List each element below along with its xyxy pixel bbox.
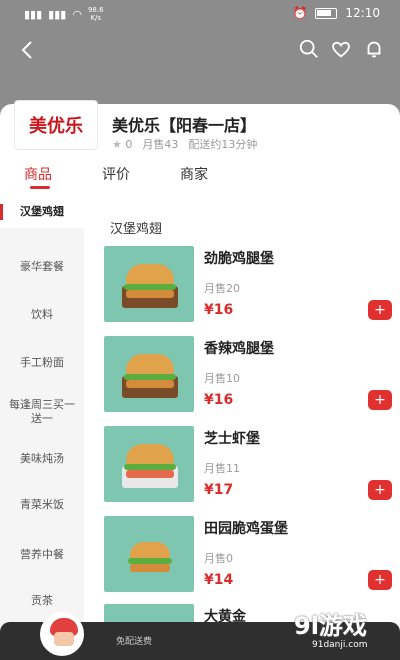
category-label: 饮料	[31, 308, 53, 321]
network-speed-unit: K/s	[90, 14, 102, 22]
battery-icon	[315, 7, 338, 19]
signal-icon-1: ▮▮▮	[24, 7, 43, 21]
category-item[interactable]: 青菜米饭	[0, 498, 84, 512]
product-name: 劲脆鸡腿堡	[204, 251, 274, 267]
category-label: 手工粉面	[20, 356, 64, 369]
product-name: 芝士虾堡	[204, 431, 260, 447]
category-label: 每逢周三买一送一	[9, 398, 75, 425]
product-sales: 月售11	[204, 462, 240, 475]
shop-delivery-time: 配送约13分钟	[188, 138, 258, 151]
network-speed-value: 98.6	[87, 6, 104, 14]
signal-icon-2: ▮▮▮	[48, 7, 67, 21]
add-to-cart-button[interactable]: +	[368, 390, 392, 410]
product-price: ¥16	[204, 392, 234, 408]
product-item[interactable]: 田园脆鸡蛋堡 月售0 ¥14 +	[104, 516, 392, 596]
product-image	[104, 516, 194, 592]
category-item[interactable]: 美味炖汤	[0, 452, 84, 466]
product-image-patty	[126, 470, 174, 478]
category-item[interactable]: 贡茶	[0, 594, 84, 608]
category-item[interactable]: 每逢周三买一送一	[0, 398, 84, 426]
category-label: 营养中餐	[20, 548, 64, 561]
product-price: ¥16	[204, 302, 234, 318]
heart-icon[interactable]	[330, 38, 352, 60]
watermark-logo: 9l游戏	[294, 612, 367, 640]
product-name: 田园脆鸡蛋堡	[204, 521, 288, 537]
wifi-icon: ◠	[72, 7, 82, 21]
add-to-cart-button[interactable]: +	[368, 300, 392, 320]
status-bar: ▮▮▮ ▮▮▮ ◠ 98.6 K/s ⏰ 12:10	[0, 0, 400, 28]
courier-face	[54, 632, 74, 646]
search-icon[interactable]	[298, 38, 320, 60]
category-active-indicator	[0, 204, 3, 220]
category-item[interactable]: 汉堡鸡翅	[0, 196, 84, 228]
product-item[interactable]: 芝士虾堡 月售11 ¥17 +	[104, 426, 392, 506]
category-item[interactable]: 手工粉面	[0, 356, 84, 370]
star-icon: ★	[112, 137, 122, 151]
tab-products[interactable]: 商品	[24, 164, 52, 184]
category-item[interactable]: 饮料	[0, 308, 84, 322]
product-price: ¥17	[204, 482, 234, 498]
network-speed: 98.6 K/s	[88, 6, 104, 22]
section-title: 汉堡鸡翅	[110, 222, 163, 237]
product-image-bun	[126, 354, 174, 376]
product-image	[104, 336, 194, 412]
shop-logo-text: 美优乐	[29, 116, 83, 137]
clock: 12:10	[345, 6, 380, 20]
product-image-patty	[126, 290, 174, 298]
category-label: 美味炖汤	[20, 452, 64, 465]
category-label: 汉堡鸡翅	[20, 205, 64, 218]
category-label: 豪华套餐	[20, 260, 64, 273]
product-image	[104, 426, 194, 502]
product-image	[104, 246, 194, 322]
courier-avatar[interactable]	[40, 612, 84, 656]
shop-monthly-sales: 月售43	[142, 138, 179, 151]
watermark-url: 91danji.com	[312, 640, 368, 650]
shop-card: 美优乐 美优乐【阳春一店】 ★ 0 月售43 配送约13分钟 商品 评价 商家 …	[0, 100, 400, 660]
product-name: 香辣鸡腿堡	[204, 341, 274, 357]
product-price: ¥14	[204, 572, 234, 588]
product-image-patty	[126, 380, 174, 388]
add-to-cart-button[interactable]: +	[368, 570, 392, 590]
tab-reviews[interactable]: 评价	[102, 164, 130, 184]
tab-bar: 商品 评价 商家	[0, 160, 400, 190]
product-image-bun	[126, 264, 174, 286]
category-label: 贡茶	[31, 594, 53, 607]
bell-icon[interactable]	[363, 38, 385, 60]
add-to-cart-button[interactable]: +	[368, 480, 392, 500]
nav-bar	[0, 30, 400, 70]
category-item[interactable]: 豪华套餐	[0, 260, 84, 274]
product-image-bun	[126, 444, 174, 466]
product-sales: 月售20	[204, 282, 240, 295]
tab-active-indicator	[30, 186, 50, 189]
product-sales: 月售10	[204, 372, 240, 385]
delivery-fee-label: 免配送费	[116, 637, 153, 647]
product-sales: 月售0	[204, 552, 233, 565]
category-sidebar: 汉堡鸡翅 豪华套餐 饮料 手工粉面 每逢周三买一送一 美味炖汤 青菜米饭 营养中…	[0, 196, 84, 660]
back-icon[interactable]	[16, 38, 40, 62]
category-label: 青菜米饭	[20, 498, 64, 511]
tab-merchant[interactable]: 商家	[180, 164, 208, 184]
category-item[interactable]: 营养中餐	[0, 548, 84, 562]
product-item[interactable]: 劲脆鸡腿堡 月售20 ¥16 +	[104, 246, 392, 326]
shop-logo: 美优乐	[14, 100, 98, 150]
product-item[interactable]: 香辣鸡腿堡 月售10 ¥16 +	[104, 336, 392, 416]
alarm-icon: ⏰	[292, 6, 308, 20]
product-image-patty	[130, 564, 170, 572]
shop-name: 美优乐【阳春一店】	[112, 116, 257, 135]
shop-meta: ★ 0 月售43 配送约13分钟	[112, 136, 257, 152]
shop-rating: 0	[125, 137, 133, 151]
